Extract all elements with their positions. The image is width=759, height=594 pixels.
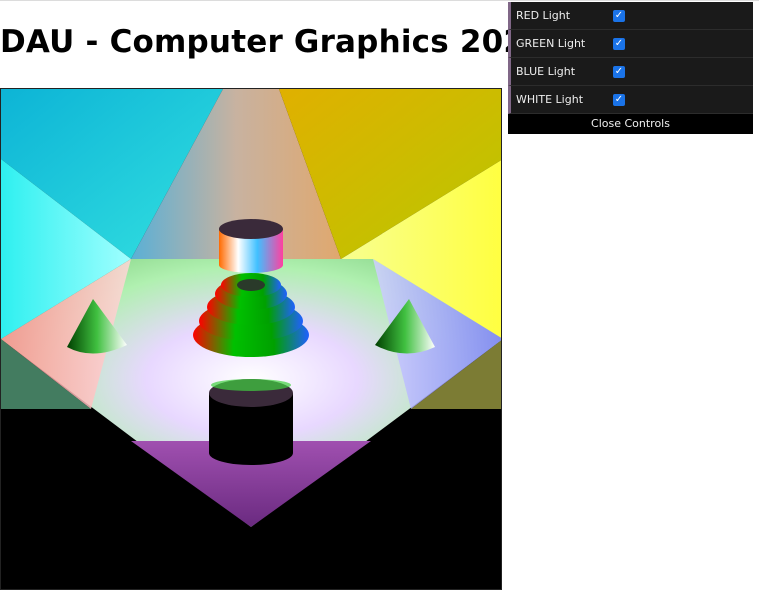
control-label: BLUE Light <box>516 65 576 78</box>
cylinder-top-base <box>219 257 283 273</box>
white-light-checkbox[interactable]: ✓ <box>613 93 625 106</box>
control-label: RED Light <box>516 9 571 22</box>
green-light-checkbox[interactable]: ✓ <box>613 37 625 50</box>
control-row-white[interactable]: WHITE Light ✓ <box>508 86 753 114</box>
control-row-blue[interactable]: BLUE Light ✓ <box>508 58 753 86</box>
control-row-green[interactable]: GREEN Light ✓ <box>508 30 753 58</box>
page-title: DAU - Computer Graphics 2023 <box>0 24 547 60</box>
blue-light-checkbox[interactable]: ✓ <box>613 65 625 78</box>
cylinder-top-cap <box>219 219 283 239</box>
control-label: GREEN Light <box>516 37 586 50</box>
webgl-canvas[interactable] <box>0 88 502 590</box>
controls-panel: RED Light ✓ GREEN Light ✓ BLUE Light ✓ W… <box>508 2 753 134</box>
control-label: WHITE Light <box>516 93 584 106</box>
cylinder-bottom-glow <box>211 379 291 391</box>
cylinder-bottom-base <box>209 441 293 465</box>
top-border <box>0 0 759 1</box>
scene-render <box>1 89 501 527</box>
control-row-red[interactable]: RED Light ✓ <box>508 2 753 30</box>
close-controls-button[interactable]: Close Controls <box>508 114 753 134</box>
red-light-checkbox[interactable]: ✓ <box>613 9 625 22</box>
torus-hole <box>237 279 265 291</box>
